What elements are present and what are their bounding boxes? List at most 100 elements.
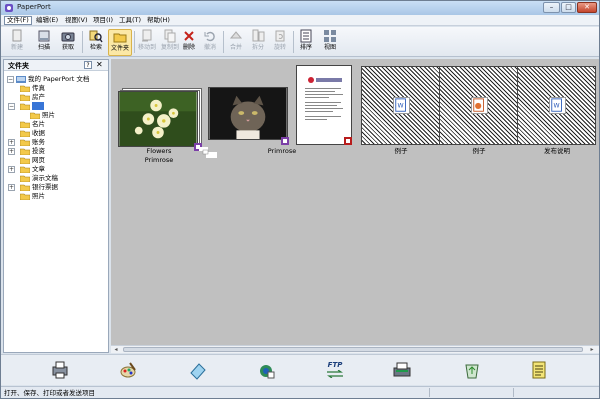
view-button[interactable]: 视图 <box>319 29 341 56</box>
status-separator <box>513 388 514 397</box>
horizontal-scrollbar[interactable]: ◂ ▸ <box>111 345 599 353</box>
word-document-icon: W <box>393 97 410 114</box>
text-doc-icon[interactable] <box>529 360 549 380</box>
paperport-logo-icon <box>5 4 13 12</box>
get-button[interactable]: 获取 <box>57 29 79 56</box>
tree-folder-item[interactable]: 房产 <box>4 93 108 102</box>
thumbnail-caption: 例子 <box>394 147 408 155</box>
merge-button[interactable]: 合并 <box>225 29 247 56</box>
folder-pane-close-button[interactable]: ✕ <box>96 60 103 70</box>
tree-folder-item[interactable]: 照片 <box>4 192 108 201</box>
desktop-folder-icon <box>16 76 26 83</box>
ftp-arrows <box>327 369 343 379</box>
folder-icon <box>113 33 127 43</box>
tree-expander[interactable]: + <box>8 184 15 191</box>
scanner-icon <box>38 30 50 42</box>
move-to-button[interactable]: 移动到 <box>135 29 159 56</box>
thumbnail-caption: Flowers <box>146 147 172 155</box>
tree-expander[interactable]: − <box>7 76 14 83</box>
paint-icon[interactable] <box>118 360 138 380</box>
help-button[interactable]: ? <box>84 61 92 69</box>
tree-expander[interactable]: + <box>8 166 15 173</box>
thumbnail-caption: 例子 <box>472 147 486 155</box>
tree-root[interactable]: − 我的 PaperPort 文档 <box>4 75 108 84</box>
minimize-button[interactable]: – <box>543 2 560 13</box>
scroll-right-arrow-icon[interactable]: ▸ <box>588 346 596 353</box>
undo-button[interactable]: 撤消 <box>199 29 221 56</box>
thumbnail-flowers[interactable] <box>116 85 204 155</box>
tree-folder-item[interactable]: 名片 <box>4 120 108 129</box>
menu-file[interactable]: 文件(F) <box>4 16 32 25</box>
folders-button[interactable]: 文件夹 <box>108 29 132 56</box>
tree-expander[interactable]: + <box>8 139 15 146</box>
menu-view[interactable]: 视图(V) <box>63 16 90 25</box>
search-button[interactable]: 检索 <box>85 29 107 56</box>
tree-folder-item[interactable]: + 银行票据 <box>4 183 108 192</box>
maximize-button[interactable]: □ <box>561 2 576 13</box>
folder-pane: 文件夹 ? ✕ − 我的 PaperPort 文档 传真 房产 − 照片 名片 收据 + 账务… <box>3 59 109 353</box>
tree-folder-item[interactable]: 网页 <box>4 156 108 165</box>
notepad-icon[interactable] <box>188 360 208 380</box>
tree-folder-item[interactable]: + 文章 <box>4 165 108 174</box>
tree-folder-item[interactable]: 收据 <box>4 129 108 138</box>
folders-label: 文件夹 <box>110 45 129 52</box>
view-label: 视图 <box>323 44 336 51</box>
tree-folder-item[interactable]: + 投资 <box>4 147 108 156</box>
image-badge-icon <box>281 137 289 145</box>
document-page-thumbnail[interactable] <box>296 65 352 145</box>
thumbnail-caption: Primrose <box>267 147 297 155</box>
tree-folder-item[interactable]: 传真 <box>4 84 108 93</box>
ftp-icon[interactable]: FTP <box>325 360 345 380</box>
thumbnail-release-notes[interactable]: W <box>517 66 596 145</box>
internet-explorer-icon[interactable] <box>256 360 276 380</box>
thumbnail-word-doc[interactable]: W <box>361 66 440 145</box>
folder-icon <box>20 121 30 128</box>
tree-folder-item[interactable]: 照片 <box>4 111 108 120</box>
title-bar: PaperPort – □ ✕ <box>1 1 599 15</box>
new-icon <box>12 29 22 42</box>
scrollbar-thumb[interactable] <box>123 347 583 352</box>
tree-folder-item[interactable]: 演示文稿 <box>4 174 108 183</box>
split-button[interactable]: 拆分 <box>247 29 269 56</box>
tree-folder-label: 账务 <box>32 138 45 146</box>
tree-folder-label: 银行票据 <box>32 183 58 191</box>
svg-text:W: W <box>398 103 404 110</box>
toolbar: 新建 扫描 获取 检索 文件夹 移动到 复制到 删除 撤消 合并 拆分 旋转 排… <box>1 27 599 57</box>
printer-icon[interactable] <box>50 360 70 380</box>
new-button[interactable]: 新建 <box>6 29 28 56</box>
tree-root-label: 我的 PaperPort 文档 <box>28 75 90 83</box>
menu-item[interactable]: 项目(I) <box>91 16 115 25</box>
rotate-button[interactable]: 旋转 <box>269 29 291 56</box>
split-icon <box>252 29 265 42</box>
menu-tools[interactable]: 工具(T) <box>117 16 143 25</box>
tree-folder-label: 网页 <box>32 156 45 164</box>
folder-icon <box>20 94 30 101</box>
scroll-left-arrow-icon[interactable]: ◂ <box>112 346 120 353</box>
recycle-icon[interactable] <box>462 360 482 380</box>
undo-label: 撤消 <box>203 44 216 51</box>
menu-help[interactable]: 帮助(H) <box>145 16 172 25</box>
menu-edit[interactable]: 编辑(E) <box>34 16 60 25</box>
split-label: 拆分 <box>251 44 264 51</box>
folder-icon <box>20 193 30 200</box>
window-title: PaperPort <box>17 3 51 11</box>
pdf-badge-icon <box>344 137 352 145</box>
tree-folder-item[interactable]: − <box>4 102 108 111</box>
tree-folder-label: 演示文稿 <box>32 174 58 182</box>
scan-button[interactable]: 扫描 <box>33 29 55 56</box>
thumbnail-powerpoint-doc[interactable] <box>439 66 518 145</box>
copy-to-icon <box>164 29 176 43</box>
printer2-icon[interactable] <box>392 360 412 380</box>
svg-text:W: W <box>554 103 560 110</box>
merge-label: 合并 <box>229 44 242 51</box>
close-button[interactable]: ✕ <box>577 2 597 13</box>
folder-pane-title: 文件夹 <box>8 62 29 70</box>
tree-folder-item[interactable]: + 账务 <box>4 138 108 147</box>
flowers-photo <box>118 91 198 147</box>
folder-icon <box>20 184 30 191</box>
delete-button[interactable]: 删除 <box>178 29 200 56</box>
tree-expander[interactable]: − <box>8 103 15 110</box>
cat-photo[interactable] <box>208 87 288 140</box>
sort-button[interactable]: 排序 <box>295 29 317 56</box>
tree-expander[interactable]: + <box>8 148 15 155</box>
